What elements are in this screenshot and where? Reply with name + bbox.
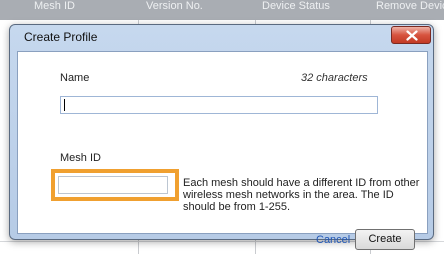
dialog-body: Name 32 characters Mesh ID Each mesh sho… bbox=[17, 51, 428, 250]
cancel-link[interactable]: Cancel bbox=[316, 234, 350, 246]
name-label: Name bbox=[60, 72, 90, 84]
close-button[interactable] bbox=[391, 26, 431, 44]
name-char-limit-hint: 32 characters bbox=[301, 72, 368, 84]
column-header-version-no[interactable]: Version No. bbox=[146, 0, 203, 20]
mesh-id-highlight bbox=[51, 169, 179, 201]
column-header-remove-device[interactable]: Remove Devic bbox=[376, 0, 444, 20]
create-profile-dialog: Create Profile Name 32 characters Mesh I… bbox=[9, 24, 434, 250]
dialog-title: Create Profile bbox=[24, 30, 98, 44]
text-caret bbox=[64, 99, 65, 111]
close-icon bbox=[406, 30, 418, 41]
name-input[interactable] bbox=[60, 96, 378, 114]
mesh-id-label: Mesh ID bbox=[60, 152, 101, 164]
column-header-device-status[interactable]: Device Status bbox=[262, 0, 330, 20]
mesh-id-help-text: Each mesh should have a different ID fro… bbox=[183, 177, 420, 213]
column-header-mesh-id[interactable]: Mesh ID bbox=[34, 0, 75, 20]
mesh-id-input[interactable] bbox=[58, 176, 168, 194]
create-button[interactable]: Create bbox=[355, 229, 415, 250]
